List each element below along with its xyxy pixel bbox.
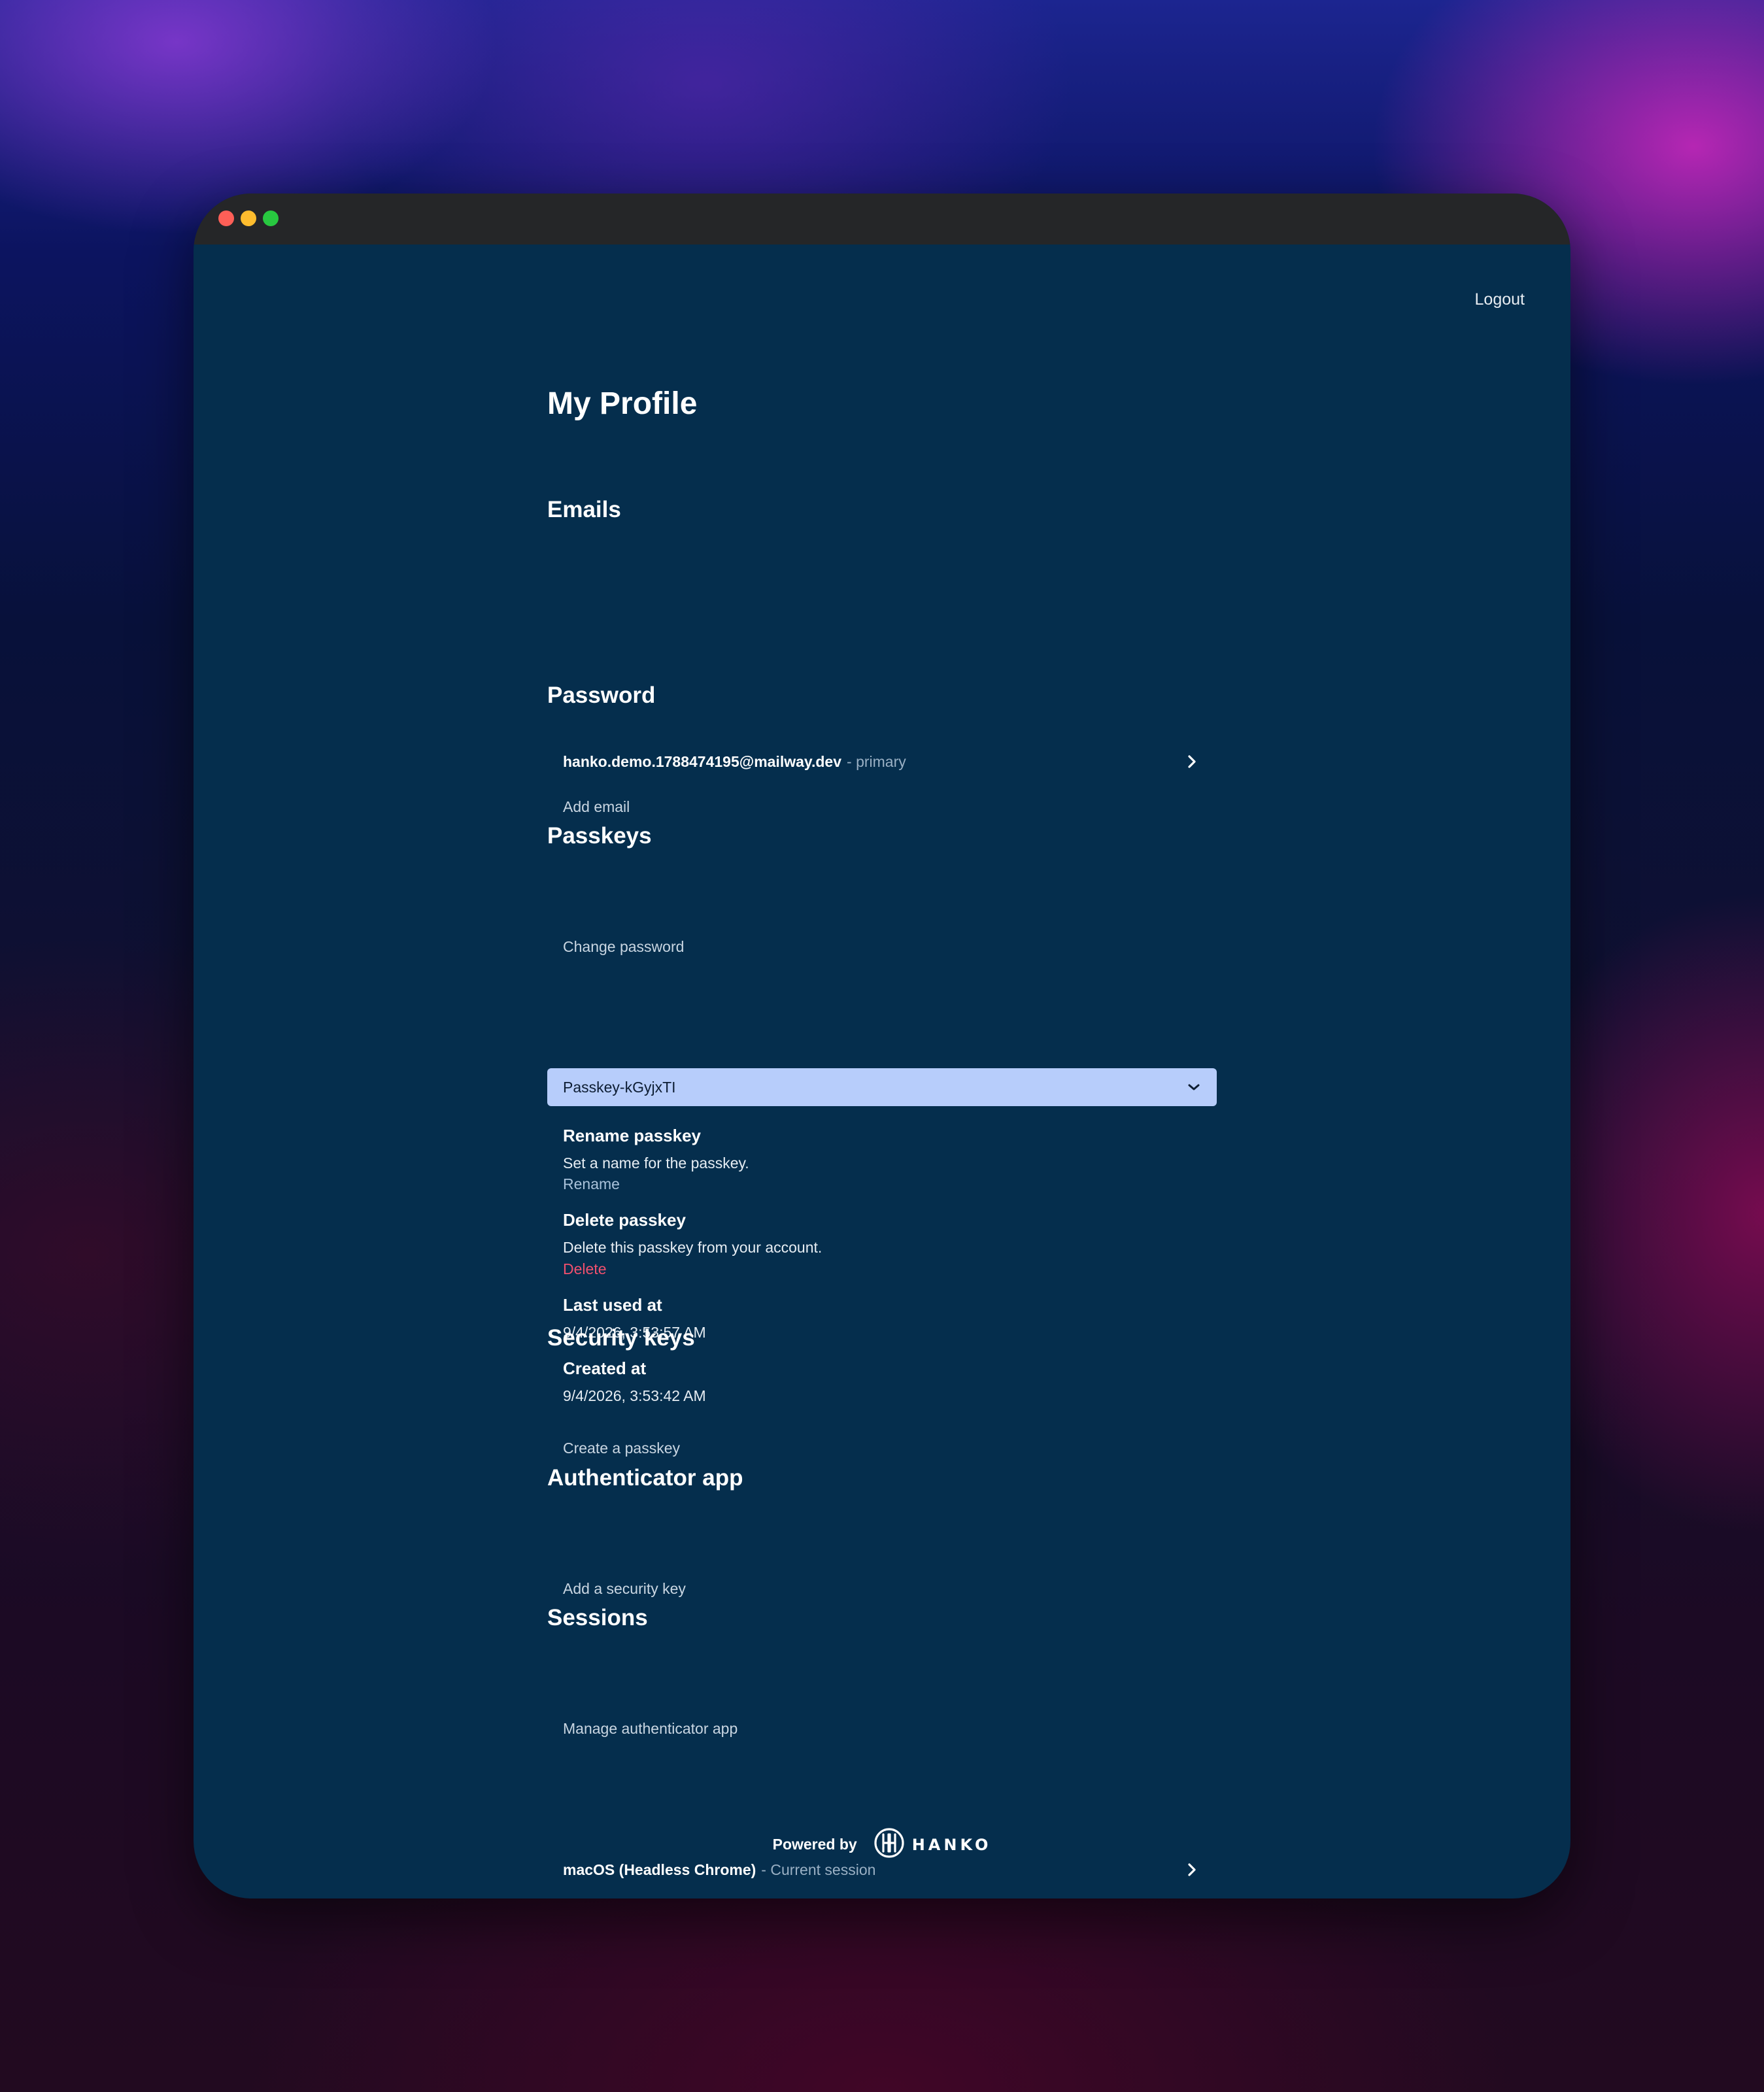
close-window-button[interactable] bbox=[218, 211, 234, 226]
hanko-brand-name: HANKO bbox=[911, 1835, 992, 1854]
sessions-section-title: Sessions bbox=[547, 1605, 648, 1630]
passkey-dropdown-label: Passkey-kGyjxTI bbox=[563, 1078, 676, 1096]
password-section-title: Password bbox=[547, 683, 656, 708]
browser-window: Logout My Profile Emails hanko.demo.1788… bbox=[194, 194, 1570, 1898]
window-titlebar bbox=[194, 194, 1570, 245]
last-used-title: Last used at bbox=[563, 1295, 662, 1315]
session-current-tag: - Current session bbox=[761, 1861, 876, 1878]
email-row[interactable]: hanko.demo.1788474195@mailway.dev - prim… bbox=[547, 745, 1217, 778]
delete-passkey-link[interactable]: Delete bbox=[563, 1262, 606, 1277]
minimize-window-button[interactable] bbox=[241, 211, 256, 226]
email-address: hanko.demo.1788474195@mailway.dev bbox=[563, 752, 842, 770]
change-password-link[interactable]: Change password bbox=[563, 939, 684, 954]
created-at-value: 9/4/2026, 3:53:42 AM bbox=[563, 1387, 706, 1404]
chevron-down-icon bbox=[1187, 1083, 1201, 1092]
maximize-window-button[interactable] bbox=[263, 211, 279, 226]
passkeys-section-title: Passkeys bbox=[547, 823, 652, 849]
passkey-dropdown[interactable]: Passkey-kGyjxTI bbox=[547, 1068, 1217, 1106]
hanko-logo-icon bbox=[873, 1827, 906, 1863]
hanko-logo[interactable]: HANKO bbox=[873, 1827, 992, 1863]
rename-passkey-title: Rename passkey bbox=[563, 1126, 702, 1145]
created-at-title: Created at bbox=[563, 1358, 647, 1378]
add-email-link[interactable]: Add email bbox=[563, 800, 630, 815]
chevron-right-icon bbox=[1183, 752, 1201, 771]
rename-passkey-description: Set a name for the passkey. bbox=[563, 1155, 749, 1172]
logout-link[interactable]: Logout bbox=[1475, 290, 1525, 309]
delete-passkey-description: Delete this passkey from your account. bbox=[563, 1239, 823, 1256]
session-device: macOS (Headless Chrome) bbox=[563, 1861, 756, 1878]
powered-by-label: Powered by bbox=[772, 1836, 857, 1853]
authenticator-section-title: Authenticator app bbox=[547, 1465, 743, 1491]
create-passkey-link[interactable]: Create a passkey bbox=[563, 1441, 680, 1456]
footer: Powered by HANKO bbox=[194, 1827, 1570, 1863]
delete-passkey-title: Delete passkey bbox=[563, 1210, 686, 1230]
security-keys-section-title: Security keys bbox=[547, 1325, 695, 1351]
rename-passkey-link[interactable]: Rename bbox=[563, 1177, 620, 1192]
manage-authenticator-link[interactable]: Manage authenticator app bbox=[563, 1721, 738, 1736]
emails-section-title: Emails bbox=[547, 497, 621, 522]
email-primary-tag: - primary bbox=[847, 752, 906, 770]
chevron-right-icon bbox=[1183, 1861, 1201, 1879]
add-security-key-link[interactable]: Add a security key bbox=[563, 1581, 686, 1596]
page-title: My Profile bbox=[547, 386, 698, 421]
